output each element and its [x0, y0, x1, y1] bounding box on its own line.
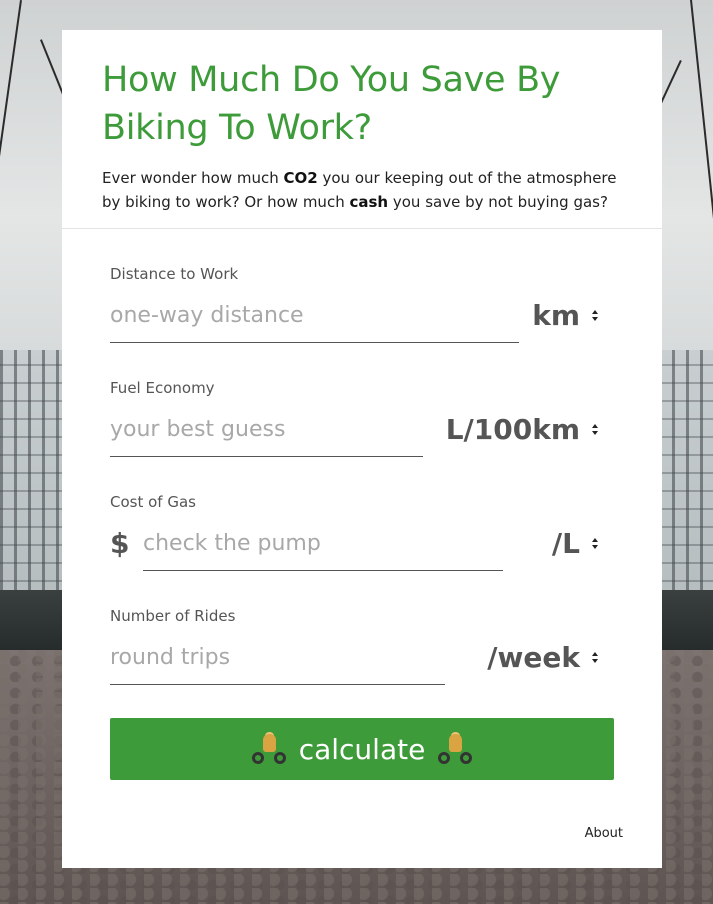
calculator-card: How Much Do You Save By Biking To Work? … [62, 30, 662, 868]
distance-field: Distance to Work km [110, 265, 614, 345]
gas-price-input[interactable] [143, 517, 503, 571]
intro-text: Ever wonder how much CO2 you our keeping… [102, 169, 617, 211]
about-link[interactable]: About [585, 826, 623, 841]
rides-unit-label: /week [487, 641, 580, 674]
gas-label: Cost of Gas [110, 493, 196, 511]
economy-unit-select[interactable]: L/100km [446, 403, 600, 457]
cash-emphasis: cash [349, 193, 389, 211]
select-arrows-icon [590, 423, 600, 437]
rides-input[interactable] [110, 631, 445, 685]
select-arrows-icon [590, 651, 600, 665]
co2-emphasis: CO2 [283, 169, 318, 187]
rides-unit-select[interactable]: /week [487, 631, 600, 685]
economy-label: Fuel Economy [110, 379, 215, 397]
distance-label: Distance to Work [110, 265, 239, 283]
card-header: How Much Do You Save By Biking To Work? … [62, 30, 662, 229]
gas-unit-select[interactable]: /L [552, 517, 600, 571]
calculate-label: calculate [298, 732, 426, 766]
bicyclist-icon [251, 732, 287, 766]
gas-unit-label: /L [551, 527, 580, 560]
gas-field: Cost of Gas $ /L [110, 493, 614, 573]
rides-label: Number of Rides [110, 607, 236, 625]
dollar-icon: $ [110, 527, 130, 560]
calculate-button[interactable]: calculate [110, 718, 614, 780]
rides-field: Number of Rides /week [110, 607, 614, 687]
distance-input[interactable] [110, 289, 519, 343]
page-title: How Much Do You Save By Biking To Work? [102, 60, 561, 148]
distance-unit-select[interactable]: km [532, 289, 600, 343]
select-arrows-icon [590, 309, 600, 323]
bicyclist-icon [437, 732, 473, 766]
select-arrows-icon [590, 537, 600, 551]
economy-input[interactable] [110, 403, 423, 457]
distance-unit-label: km [532, 299, 580, 332]
economy-field: Fuel Economy L/100km [110, 379, 614, 459]
economy-unit-label: L/100km [445, 413, 580, 446]
